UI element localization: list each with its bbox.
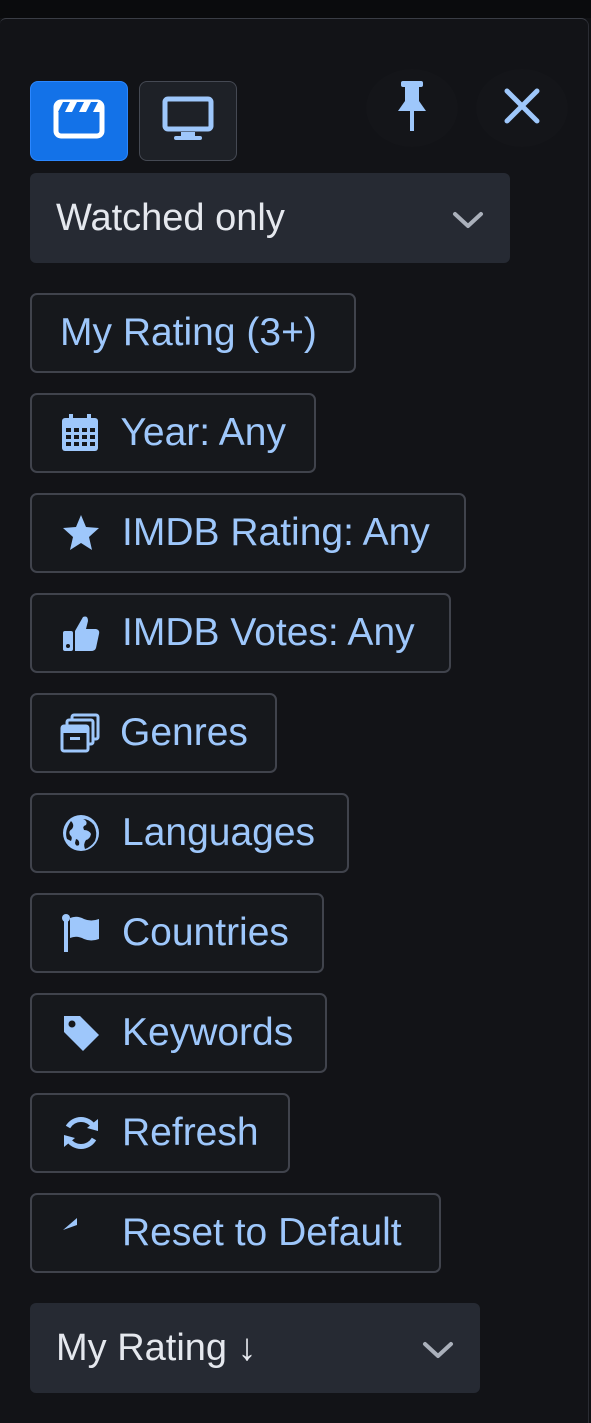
reply-arrow-icon <box>60 1212 102 1254</box>
reset-default-label: Reset to Default <box>122 1211 402 1254</box>
tag-icon <box>60 1012 102 1054</box>
reset-default-button[interactable]: Reset to Default <box>30 1193 441 1273</box>
imdb-votes-label: IMDB Votes: Any <box>122 611 415 654</box>
refresh-label: Refresh <box>122 1111 259 1154</box>
my-rating-button[interactable]: My Rating (3+) <box>30 293 356 373</box>
watch-filter-select[interactable]: Watched only <box>30 173 510 263</box>
keywords-label: Keywords <box>122 1011 294 1054</box>
globe-icon <box>60 812 102 854</box>
countries-label: Countries <box>122 911 289 954</box>
calendar-icon <box>60 412 100 454</box>
star-icon <box>60 512 102 554</box>
archive-boxes-icon <box>60 712 100 754</box>
thumbs-up-icon <box>60 612 102 654</box>
pin-icon <box>395 79 429 138</box>
my-rating-label: My Rating (3+) <box>60 311 317 354</box>
imdb-rating-button[interactable]: IMDB Rating: Any <box>30 493 466 573</box>
keywords-button[interactable]: Keywords <box>30 993 327 1073</box>
countries-button[interactable]: Countries <box>30 893 324 973</box>
flag-icon <box>60 912 102 954</box>
movies-mode-button[interactable] <box>30 81 128 161</box>
imdb-votes-button[interactable]: IMDB Votes: Any <box>30 593 451 673</box>
year-label: Year: Any <box>120 411 286 454</box>
year-button[interactable]: Year: Any <box>30 393 316 473</box>
close-button[interactable] <box>476 69 568 147</box>
monitor-icon <box>162 96 214 147</box>
chevron-down-icon <box>452 197 484 240</box>
sort-value: My Rating ↓ <box>56 1326 257 1369</box>
tv-mode-button[interactable] <box>139 81 237 161</box>
watch-filter-value: Watched only <box>56 196 285 239</box>
imdb-rating-label: IMDB Rating: Any <box>122 511 430 554</box>
refresh-icon <box>60 1112 102 1154</box>
genres-button[interactable]: Genres <box>30 693 277 773</box>
pin-button[interactable] <box>366 69 458 147</box>
sort-select[interactable]: My Rating ↓ <box>30 1303 480 1393</box>
languages-button[interactable]: Languages <box>30 793 349 873</box>
filter-panel: Watched only My Rating (3+) Year: Any IM… <box>0 18 589 1423</box>
close-icon <box>503 87 541 130</box>
clapperboard-icon <box>53 98 105 145</box>
refresh-button[interactable]: Refresh <box>30 1093 290 1173</box>
languages-label: Languages <box>122 811 316 854</box>
window-top-strip <box>0 0 591 18</box>
genres-label: Genres <box>120 711 248 754</box>
chevron-down-icon <box>422 1327 454 1370</box>
